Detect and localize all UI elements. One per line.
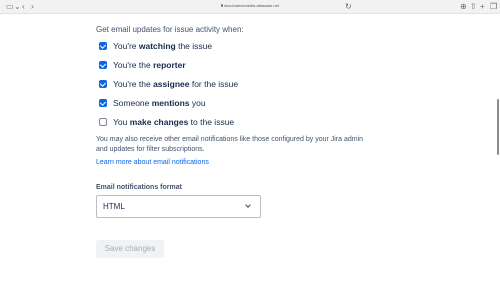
download-icon[interactable]: ⊕ [460,2,467,11]
learn-more-link[interactable]: Learn more about email notifications [96,158,209,168]
forward-icon[interactable]: › [31,2,34,11]
option-assignee[interactable]: You're the assignee for the issue [99,79,299,92]
format-value: HTML [103,202,125,211]
chevron-down-icon[interactable]: ⌄ [14,2,21,11]
checkbox-watching[interactable] [99,42,107,50]
option-label: You're watching the issue [113,41,213,51]
checkbox-make-changes[interactable] [99,118,107,126]
save-changes-button[interactable]: Save changes [96,240,164,258]
notifications-heading: Get email updates for issue activity whe… [96,25,244,34]
option-mentions[interactable]: Someone mentions you [99,98,299,111]
option-label: You're the assignee for the issue [113,79,239,89]
url-text[interactable]: mizuhotechmedia.atlassian.net [224,3,279,9]
checkbox-mentions[interactable] [99,99,107,107]
share-icon[interactable]: ⇧ [470,2,477,11]
option-label: You make changes to the issue [113,117,235,127]
option-label: You're the reporter [113,60,186,70]
option-make-changes[interactable]: You make changes to the issue [99,117,299,130]
checkbox-reporter[interactable] [99,61,107,69]
back-icon[interactable]: ‹ [22,2,25,11]
browser-toolbar: ▭ ⌄ ‹ › ◐ mizuhotechmedia.atlassian.net … [0,0,500,14]
tabs-icon[interactable]: ❐ [490,2,497,11]
chevron-down-icon [245,202,251,208]
option-label: Someone mentions you [113,98,206,108]
info-text: You may also receive other email notific… [96,136,364,153]
lock-icon [221,4,223,7]
sidebar-icon[interactable]: ▭ [6,2,14,11]
format-select[interactable]: HTML [96,195,261,218]
option-watching[interactable]: You're watching the issue [99,41,299,54]
option-reporter[interactable]: You're the reporter [99,60,299,73]
checkbox-assignee[interactable] [99,80,107,88]
scrollbar[interactable] [497,99,499,155]
new-tab-icon[interactable]: + [480,2,485,11]
reload-icon[interactable]: ↻ [345,2,352,11]
format-label: Email notifications format [96,184,182,191]
